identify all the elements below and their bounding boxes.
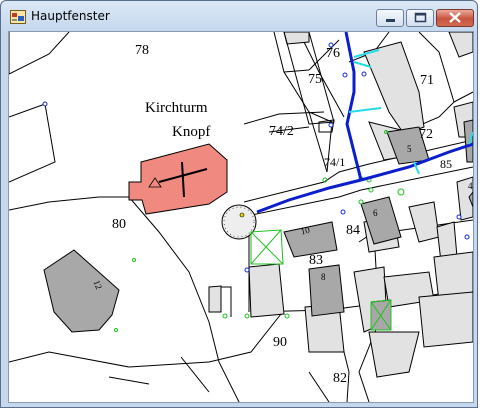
parcel-label-90: 90 [273, 335, 287, 350]
title-bar[interactable]: Hauptfenster [1, 1, 477, 31]
parcel-label-82: 82 [333, 371, 347, 386]
parcel-label-84: 84 [346, 223, 360, 238]
map-canvas[interactable]: 78 76 75 71 74/2 74/1 72 85 80 84 83 90 … [8, 31, 474, 403]
main-window: Hauptfenster 78 76 75 71 74/2 74/1 72 85… [0, 0, 478, 408]
parcel-label-85: 85 [440, 157, 452, 171]
label-knopf: Knopf [172, 124, 210, 140]
map-app-icon [10, 9, 26, 24]
parcel-label-74-2: 74/2 [269, 124, 294, 139]
window-title: Hauptfenster [31, 9, 110, 23]
parcel-label-72: 72 [419, 127, 433, 142]
parcel-label-76: 76 [326, 46, 340, 61]
parcel-label-80: 80 [112, 217, 126, 232]
house-number-4: 4 [468, 181, 473, 191]
close-button[interactable] [436, 9, 474, 27]
minimize-icon [386, 19, 395, 22]
parcel-label-74-1: 74/1 [324, 155, 345, 169]
parcel-label-78: 78 [135, 43, 149, 58]
maximize-icon [414, 12, 427, 23]
maximize-button[interactable] [406, 9, 434, 27]
house-number-5: 5 [407, 144, 412, 154]
cadastral-map: 78 76 75 71 74/2 74/1 72 85 80 84 83 90 … [9, 32, 473, 402]
house-number-6: 6 [373, 208, 378, 218]
church-building [128, 143, 228, 215]
parcel-label-71: 71 [420, 73, 434, 88]
parcel-label-75: 75 [308, 72, 322, 87]
label-kirchturm: Kirchturm [145, 100, 208, 116]
parcel-label-83: 83 [309, 253, 323, 268]
house-number-8: 8 [321, 272, 326, 282]
minimize-button[interactable] [376, 9, 404, 27]
close-icon [449, 12, 461, 23]
